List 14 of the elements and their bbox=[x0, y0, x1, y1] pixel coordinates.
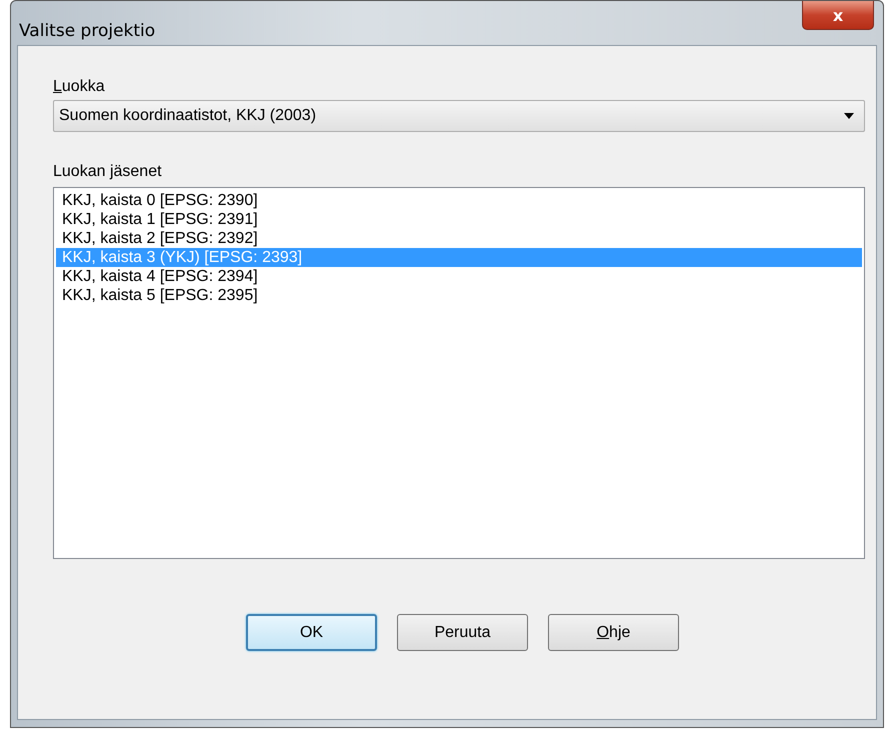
category-dropdown[interactable]: Suomen koordinaatistot, KKJ (2003) bbox=[53, 100, 865, 132]
dialog-button[interactable]: Ohje bbox=[548, 614, 679, 651]
members-label: Luokan jäsenet bbox=[53, 163, 163, 182]
list-item[interactable]: KKJ, kaista 5 [EPSG: 2395] bbox=[56, 286, 862, 305]
caret-icon bbox=[844, 113, 854, 119]
list-item[interactable]: KKJ, kaista 4 [EPSG: 2394] bbox=[56, 267, 862, 286]
dialog-button[interactable]: OK bbox=[246, 614, 377, 651]
window-title: Valitse projektio bbox=[19, 21, 156, 41]
list-item[interactable]: KKJ, kaista 1 [EPSG: 2391] bbox=[56, 210, 862, 229]
close-button[interactable]: x bbox=[802, 1, 874, 30]
dialog-button[interactable]: Peruuta bbox=[397, 614, 528, 651]
list-item[interactable]: KKJ, kaista 2 [EPSG: 2392] bbox=[56, 229, 862, 248]
list-item[interactable]: KKJ, kaista 0 [EPSG: 2390] bbox=[56, 191, 862, 210]
category-label: Luokka bbox=[53, 78, 106, 97]
